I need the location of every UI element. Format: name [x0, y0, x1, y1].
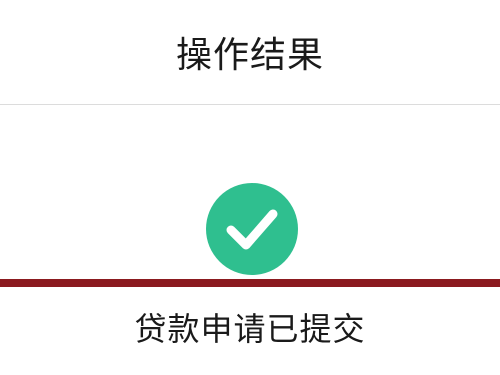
page-title: 操作结果	[175, 35, 324, 76]
check-circle-icon	[206, 183, 298, 275]
highlight-line	[0, 279, 500, 287]
result-content: 贷款申请已提交	[0, 105, 500, 375]
result-screen: 操作结果 贷款申请已提交	[0, 0, 500, 375]
nav-bar: 操作结果	[0, 0, 500, 104]
result-message: 贷款申请已提交	[134, 310, 366, 348]
checkmark-icon	[226, 209, 278, 250]
